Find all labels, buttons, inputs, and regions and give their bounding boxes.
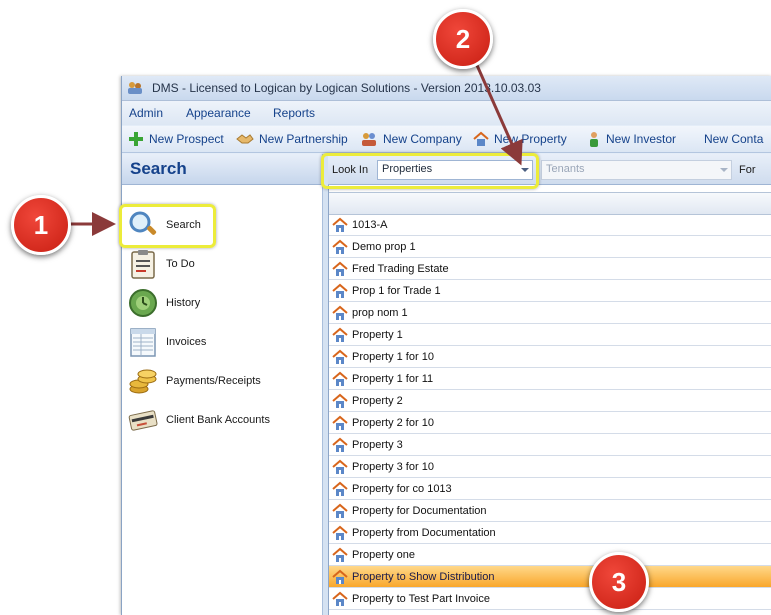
arrow-to-look-in <box>474 62 523 166</box>
callout-1: 1 <box>11 195 71 255</box>
callout-3: 3 <box>589 552 649 612</box>
annotation-arrows <box>66 62 523 236</box>
callout-2: 2 <box>433 9 493 69</box>
